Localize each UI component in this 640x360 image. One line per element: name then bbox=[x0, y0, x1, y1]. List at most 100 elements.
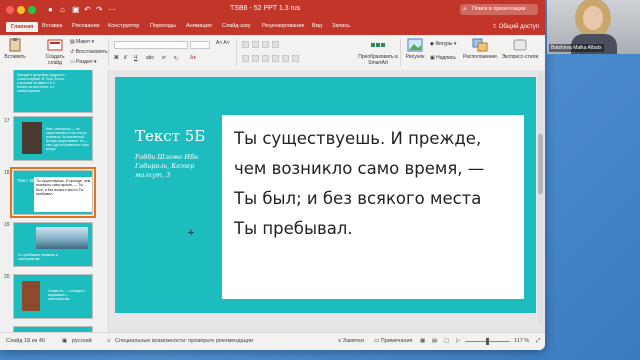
font-name-select[interactable] bbox=[114, 41, 188, 49]
new-slide-button[interactable]: Создать слайд bbox=[42, 38, 68, 66]
textbox-label: Надпись bbox=[436, 55, 457, 61]
comments-label: Примечания bbox=[380, 338, 413, 344]
autosave-icon[interactable]: ● bbox=[48, 5, 53, 14]
thumb-landscape-image bbox=[36, 227, 88, 249]
more-icon[interactable]: ⋯ bbox=[108, 5, 116, 14]
shapes-button[interactable]: ◆ Фигуры ▾ bbox=[430, 41, 456, 47]
webcam-video: Batsheva Malka Albats bbox=[547, 0, 640, 54]
language-indicator[interactable]: русский bbox=[72, 338, 92, 344]
italic-button[interactable]: К bbox=[124, 55, 127, 61]
slide-thumbnail-selected[interactable]: Текст 5Б Ты существуешь. И прежде, чем в… bbox=[10, 167, 96, 218]
fit-slide-icon[interactable]: ⤢ bbox=[536, 338, 540, 345]
thumb-portrait-image bbox=[22, 122, 42, 154]
reading-view-icon[interactable]: ▢ bbox=[444, 338, 449, 344]
slide-editing-canvas[interactable]: Текст 5Б Рабби Шломо Ибн Габироль, Кетер… bbox=[109, 70, 545, 332]
line-spacing-button[interactable] bbox=[282, 55, 289, 62]
accessibility-status[interactable]: Специальные возможности: проверьте реком… bbox=[115, 338, 253, 344]
undo-icon[interactable]: ↶ bbox=[84, 5, 91, 14]
thumb-number: 19 bbox=[4, 222, 10, 228]
convert-smartart-button[interactable]: Преобразовать в SmartArt bbox=[358, 38, 398, 66]
tab-insert[interactable]: Вставка bbox=[42, 23, 62, 29]
quick-styles-button[interactable]: Экспресс-стили bbox=[500, 38, 540, 60]
slide-body-line: чем возникло само время, — bbox=[234, 159, 485, 178]
zoom-level[interactable]: 117 % bbox=[514, 338, 529, 344]
slide-thumbnail[interactable]: Б-г пребывает времени и пространства bbox=[13, 222, 93, 267]
tab-design[interactable]: Конструктор bbox=[108, 23, 139, 29]
slideshow-view-icon[interactable]: ▷ bbox=[456, 338, 460, 344]
subscript-button[interactable]: x₂ bbox=[174, 55, 178, 61]
minimize-window-button[interactable] bbox=[17, 6, 25, 14]
shapes-label: Фигуры bbox=[435, 41, 453, 47]
close-window-button[interactable] bbox=[6, 6, 14, 14]
tab-animations[interactable]: Анимация bbox=[186, 23, 212, 29]
slide-body-line: Ты пребывал. bbox=[234, 219, 353, 238]
slide-title[interactable]: Текст 5Б bbox=[135, 127, 205, 145]
slide-thumbnail[interactable]: Схемы В-г — словари с видимыми — простра… bbox=[13, 274, 93, 319]
home-icon[interactable]: ⌂ bbox=[60, 5, 65, 14]
tab-view[interactable]: Вид bbox=[312, 23, 322, 29]
bullets-button[interactable] bbox=[242, 41, 249, 48]
section-button[interactable]: ▭ Раздел ▾ bbox=[70, 59, 97, 65]
font-size-buttons[interactable]: A˄ A˅ bbox=[216, 40, 230, 46]
ribbon-tabs: Главная Вставка Рисование Конструктор Пе… bbox=[0, 20, 545, 35]
notes-button[interactable]: ≡ Заметки bbox=[338, 338, 364, 344]
webcam-person-face bbox=[583, 6, 603, 30]
bold-button[interactable]: Ж bbox=[114, 55, 119, 61]
numbering-button[interactable] bbox=[252, 41, 259, 48]
tab-record[interactable]: Запись bbox=[332, 23, 350, 29]
zoom-window-button[interactable] bbox=[28, 6, 36, 14]
superscript-button[interactable]: x² bbox=[162, 55, 166, 61]
slide-thumbnail[interactable]: Прежде в депутатах мудрость только первы… bbox=[13, 70, 93, 113]
slide-thumbnail[interactable]: Или: глаголешь — не существовал, и вот п… bbox=[13, 116, 93, 161]
font-color-button[interactable]: A▾ bbox=[190, 55, 196, 61]
spellcheck-icon[interactable]: ▣ bbox=[62, 338, 67, 344]
vertical-scrollbar[interactable] bbox=[538, 74, 543, 324]
justify-button[interactable] bbox=[272, 55, 279, 62]
normal-view-icon[interactable]: ▦ bbox=[420, 338, 425, 344]
columns-button[interactable] bbox=[292, 55, 299, 62]
paste-label: Вставить bbox=[4, 54, 26, 60]
decrease-indent-button[interactable] bbox=[262, 41, 269, 48]
slide-body-textbox[interactable]: Ты существуешь. И прежде, чем возникло с… bbox=[222, 115, 524, 299]
align-right-button[interactable] bbox=[262, 55, 269, 62]
slide-thumbnails-pane[interactable]: Прежде в депутатах мудрость только первы… bbox=[0, 70, 109, 332]
share-label: Общий доступ bbox=[498, 24, 539, 30]
picture-button[interactable]: Рисунок bbox=[402, 38, 428, 60]
slide-body-line: Ты существуешь. И прежде, bbox=[234, 129, 482, 148]
strikethrough-button[interactable]: abc bbox=[146, 55, 154, 61]
reset-button[interactable]: ↺ Восстановить bbox=[70, 49, 108, 55]
layout-button[interactable]: ▤ Макет ▾ bbox=[70, 39, 94, 45]
search-placeholder: Поиск в презентации bbox=[472, 6, 526, 12]
font-size-select[interactable] bbox=[190, 41, 210, 49]
underline-button[interactable]: Ч bbox=[134, 55, 137, 61]
save-icon[interactable]: ▣ bbox=[72, 5, 80, 14]
thumb-body: Прежде в депутатах мудрость только первы… bbox=[17, 73, 65, 93]
tab-review[interactable]: Рецензирование bbox=[262, 23, 304, 29]
reset-label: Восстановить bbox=[75, 49, 108, 55]
tab-slideshow[interactable]: Слайд-шоу bbox=[222, 23, 251, 29]
slide-body-line: Ты был; и без всякого места bbox=[234, 189, 482, 208]
search-presentation-input[interactable]: ⌕ Поиск в презентации bbox=[460, 4, 538, 15]
sorter-view-icon[interactable]: ▤ bbox=[432, 338, 437, 344]
share-button[interactable]: ⇪ Общий доступ bbox=[492, 23, 539, 30]
title-bar: ● ⌂ ▣ ↶ ↷ ⋯ TSB6 - 52 PPT 1.3 rus ⌕ Поис… bbox=[0, 0, 545, 20]
align-center-button[interactable] bbox=[252, 55, 259, 62]
smartart-icon bbox=[371, 43, 385, 47]
redo-icon[interactable]: ↷ bbox=[96, 5, 103, 14]
zoom-slider-knob[interactable] bbox=[486, 338, 489, 345]
new-slide-label: Создать слайд bbox=[45, 54, 65, 66]
quick-styles-icon bbox=[513, 39, 527, 51]
layout-label: Макет bbox=[76, 39, 91, 45]
scrollbar-thumb[interactable] bbox=[538, 134, 543, 194]
increase-indent-button[interactable] bbox=[272, 41, 279, 48]
tab-transitions[interactable]: Переходы bbox=[150, 23, 176, 29]
current-slide[interactable]: Текст 5Б Рабби Шломо Ибн Габироль, Кетер… bbox=[115, 77, 536, 313]
slide-subtitle[interactable]: Рабби Шломо Ибн Габироль, Кетер малхут, … bbox=[135, 153, 219, 180]
arrange-button[interactable]: Расположение bbox=[462, 38, 498, 60]
tab-draw[interactable]: Рисование bbox=[72, 23, 100, 29]
paste-button[interactable]: Вставить bbox=[2, 38, 28, 60]
comments-button[interactable]: ▭ Примечания bbox=[374, 338, 413, 344]
tab-home[interactable]: Главная bbox=[6, 22, 39, 32]
align-left-button[interactable] bbox=[242, 55, 249, 62]
textbox-button[interactable]: ▣ Надпись bbox=[430, 55, 456, 61]
